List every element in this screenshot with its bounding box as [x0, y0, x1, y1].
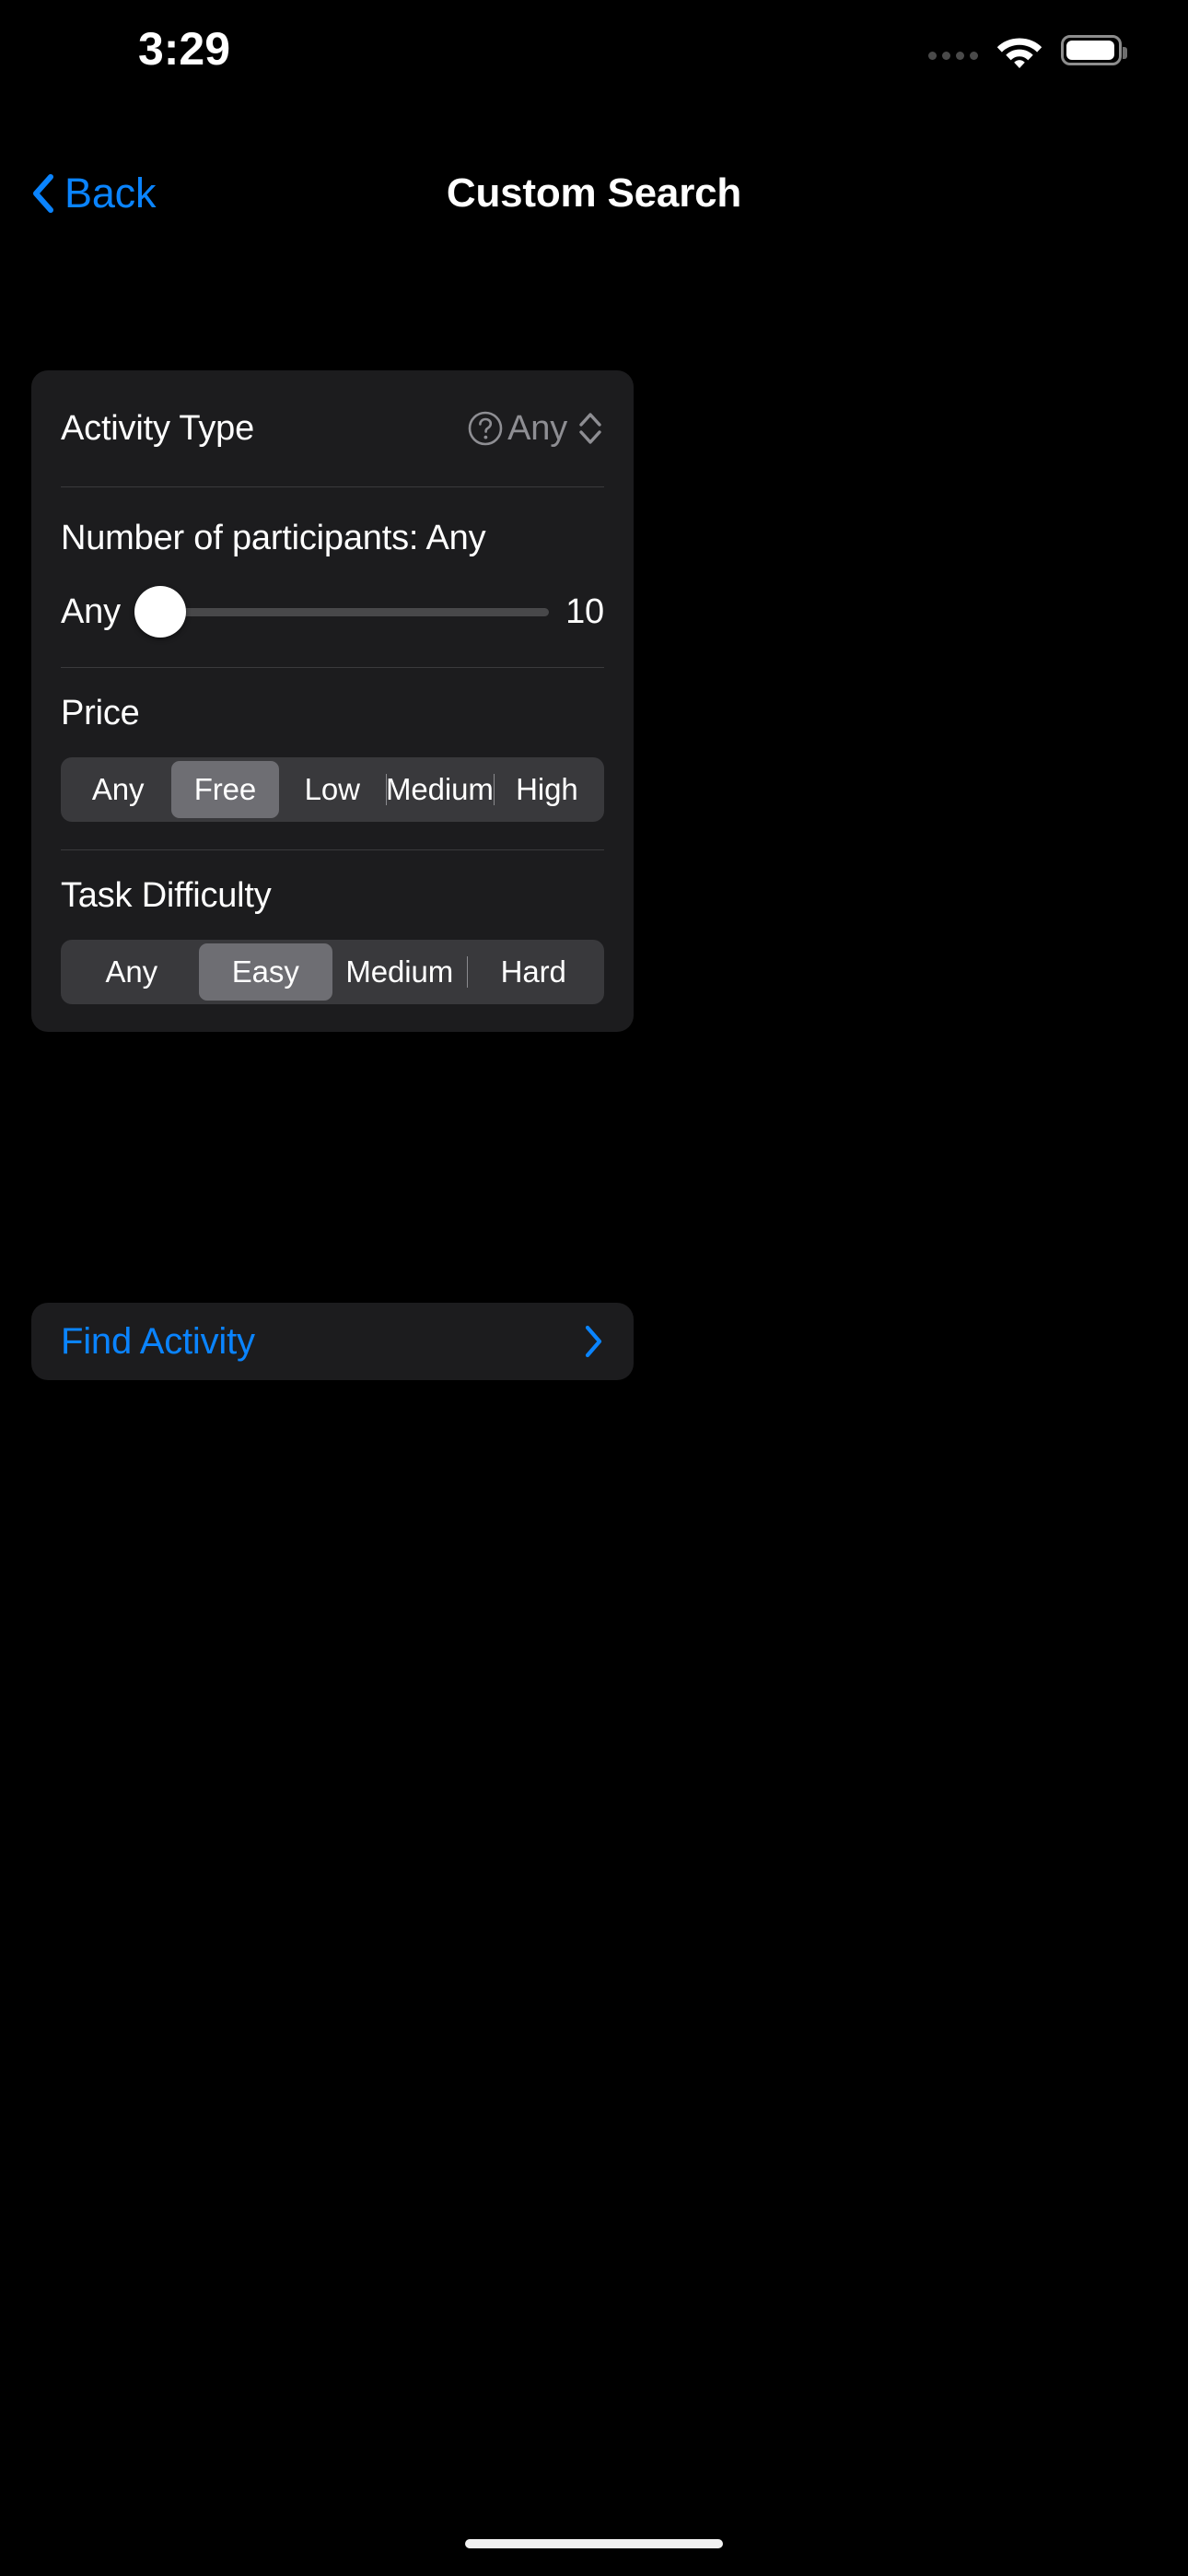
segment-separator [493, 774, 495, 805]
price-segmented-control[interactable]: Any Free Low Medium High [61, 757, 604, 822]
difficulty-segment-hard[interactable]: Hard [466, 943, 601, 1001]
question-mark-circle-icon[interactable] [467, 410, 504, 447]
segment-separator [385, 774, 387, 805]
difficulty-segment-label: Medium [345, 954, 454, 989]
search-filters-card: Activity Type Any Number of participants… [31, 370, 634, 1032]
participants-label: Number of participants: Any [61, 519, 486, 557]
navigation-bar: Back Custom Search [0, 161, 1188, 244]
difficulty-segment-label: Hard [500, 954, 566, 989]
activity-type-label: Activity Type [61, 408, 254, 448]
price-segment-low[interactable]: Low [279, 761, 386, 818]
task-difficulty-segmented-control[interactable]: Any Easy Medium Hard [61, 940, 604, 1004]
participants-slider-row: Any 10 [61, 584, 604, 639]
price-segment-high[interactable]: High [493, 761, 600, 818]
slider-thumb[interactable] [134, 586, 186, 638]
participants-section: Number of participants: Any Any 10 [31, 487, 634, 667]
task-difficulty-label: Task Difficulty [61, 876, 272, 915]
status-bar: 3:29 [0, 0, 1188, 106]
battery-icon [1061, 34, 1127, 65]
chevron-right-icon [584, 1324, 604, 1359]
price-segment-medium[interactable]: Medium [385, 761, 494, 818]
price-segment-label: Free [193, 772, 257, 806]
price-section: Price Any Free Low Medium High [31, 668, 634, 849]
difficulty-segment-label: Any [105, 954, 158, 989]
page-title: Custom Search [446, 170, 742, 216]
difficulty-segment-medium[interactable]: Medium [332, 943, 467, 1001]
activity-type-picker[interactable]: Any [467, 409, 604, 449]
price-label: Price [61, 694, 140, 732]
find-activity-button[interactable]: Find Activity [31, 1303, 634, 1380]
slider-track[interactable] [140, 608, 550, 616]
signal-dots-icon [928, 40, 978, 60]
chevron-up-down-icon[interactable] [571, 409, 604, 448]
price-segment-label: Medium [385, 772, 494, 806]
price-segment-free[interactable]: Free [171, 761, 279, 818]
price-segment-label: High [516, 772, 578, 806]
slider-min-label: Any [61, 591, 121, 631]
segment-separator [466, 956, 468, 988]
difficulty-segment-label: Easy [231, 954, 299, 989]
difficulty-segment-any[interactable]: Any [64, 943, 199, 1001]
status-bar-time: 3:29 [137, 23, 231, 75]
difficulty-segment-easy[interactable]: Easy [198, 943, 332, 1001]
price-segment-label: Any [91, 772, 145, 806]
price-segment-any[interactable]: Any [64, 761, 171, 818]
status-bar-indicators [928, 28, 1127, 72]
wifi-icon [995, 31, 1044, 68]
slider-max-label: 10 [565, 591, 604, 631]
activity-type-row[interactable]: Activity Type Any [31, 370, 634, 486]
task-difficulty-section: Task Difficulty Any Easy Medium Hard [31, 850, 634, 1032]
home-indicator [465, 2539, 723, 2548]
find-activity-label: Find Activity [61, 1320, 255, 1362]
activity-type-value: Any [507, 408, 567, 448]
price-segment-label: Low [304, 772, 360, 806]
participants-slider[interactable] [134, 584, 550, 639]
